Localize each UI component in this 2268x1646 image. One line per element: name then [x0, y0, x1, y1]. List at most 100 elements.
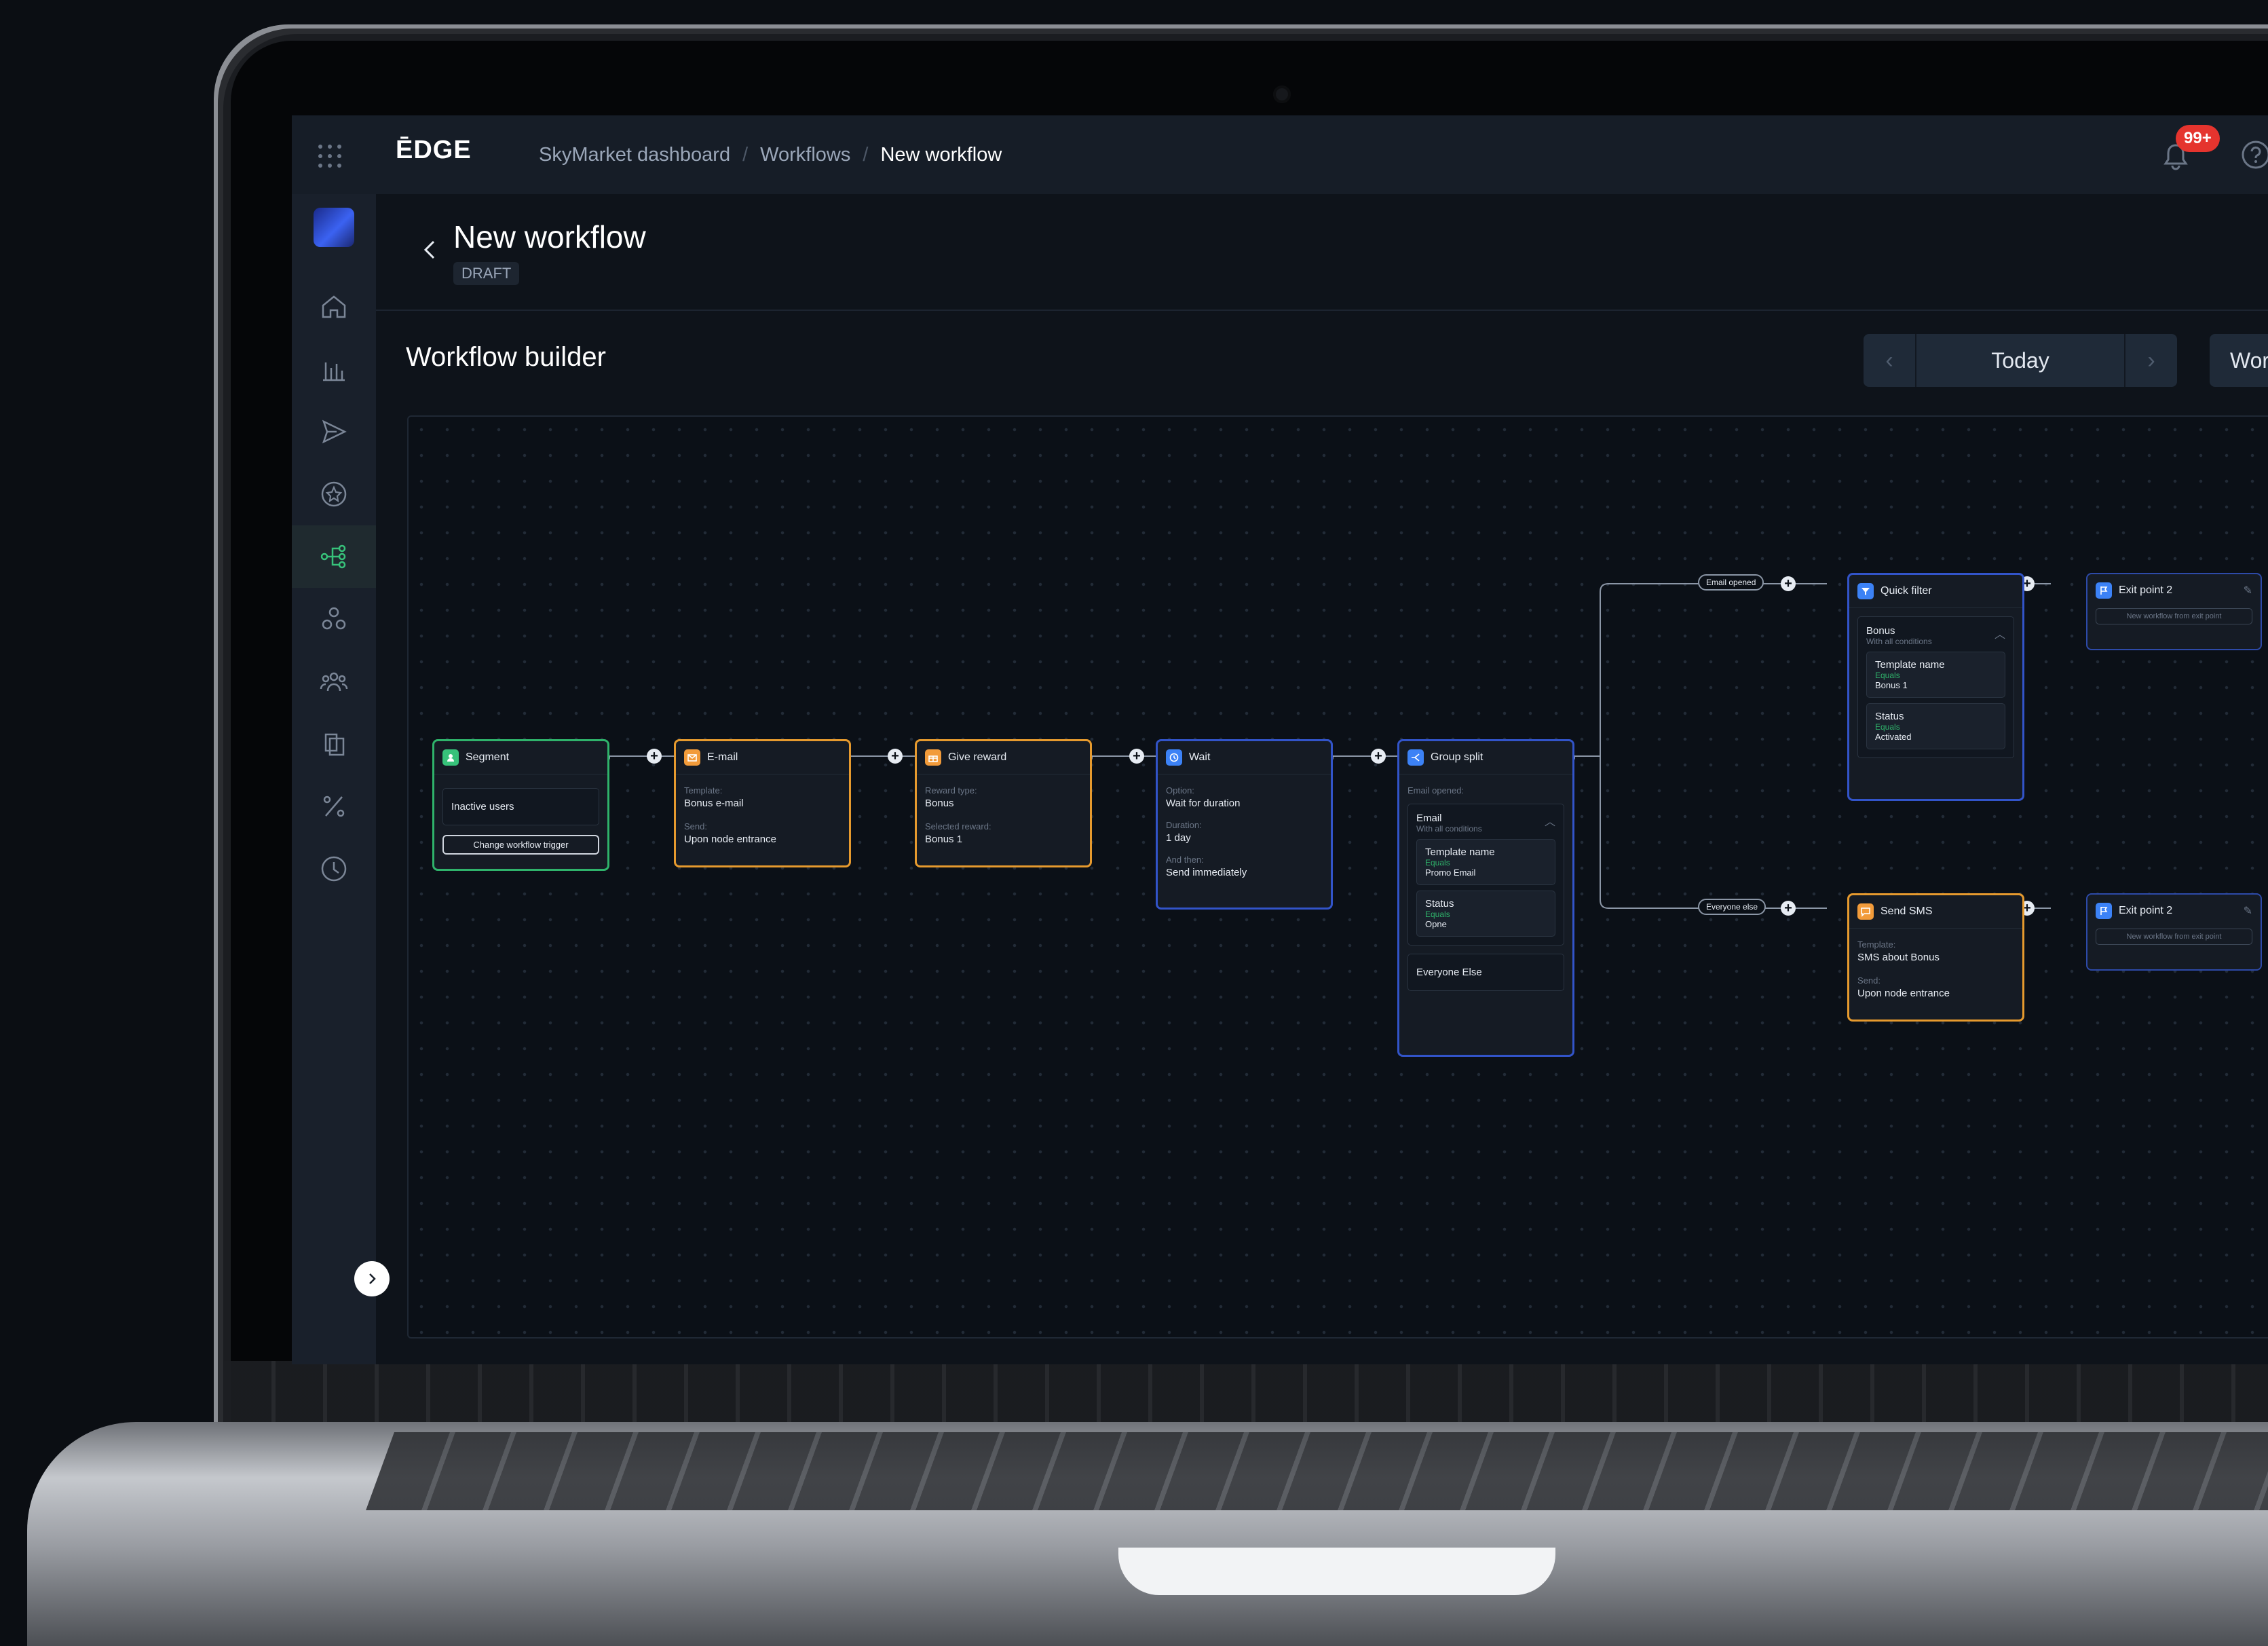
field-label: Option: — [1166, 785, 1194, 796]
segment-node[interactable]: Segment Inactive users Change workflow t… — [432, 739, 609, 871]
wait-node[interactable]: Wait Option: Wait for duration Duration:… — [1156, 739, 1333, 910]
exit-point-node[interactable]: Exit point 2 ✎ New workflow from exit po… — [2086, 573, 2262, 650]
node-header: Wait — [1158, 741, 1331, 774]
split-icon — [1407, 749, 1424, 766]
add-step-button[interactable]: + — [647, 749, 662, 764]
edge-logo[interactable]: ĒDGE — [396, 136, 472, 165]
condition-item[interactable]: Template name Equals Bonus 1 — [1866, 652, 2005, 698]
app-grid-icon[interactable] — [316, 143, 343, 170]
send-sms-node[interactable]: Send SMS Template: SMS about Bonus Send:… — [1847, 893, 2024, 1022]
connector-lines — [604, 583, 2051, 909]
app-screen: ĒDGE SkyMarket dashboard / Workflows / New w… — [292, 115, 2268, 1364]
node-title: Exit point 2 — [2119, 905, 2173, 916]
workflow-canvas[interactable]: + + + + + + + + Email opened Everyone el… — [407, 415, 2268, 1339]
node-header: Send SMS — [1849, 895, 2022, 929]
sidebar-item-segments[interactable] — [292, 588, 376, 650]
segment-icon — [442, 749, 459, 766]
laptop-keyboard — [366, 1432, 2268, 1510]
page-header: New workflow DRAFT — [376, 194, 2268, 311]
email-node[interactable]: E-mail Template: Bonus e-mail Send: Upon… — [674, 739, 851, 867]
field-label: Reward type: — [925, 785, 977, 796]
brand-avatar[interactable] — [314, 208, 354, 247]
sidebar-item-documents[interactable] — [292, 713, 376, 775]
flag-icon — [2096, 903, 2112, 919]
add-step-button[interactable]: + — [1129, 749, 1144, 764]
node-title: Segment — [466, 751, 510, 763]
field-label: Send: — [1857, 975, 1880, 986]
field-value: Bonus — [925, 798, 954, 809]
add-step-button[interactable]: + — [1781, 576, 1796, 591]
sidebar-item-workflows[interactable] — [292, 525, 376, 588]
chevron-up-icon[interactable]: ︿ — [1995, 625, 2005, 641]
gift-icon — [925, 749, 941, 766]
everyone-else-group[interactable]: Everyone Else — [1407, 954, 1564, 991]
breadcrumb-dashboard[interactable]: SkyMarket dashboard — [539, 144, 730, 166]
date-label[interactable]: Today — [1915, 334, 2125, 387]
sidebar-item-history[interactable] — [292, 838, 376, 900]
page-title: New workflow — [453, 219, 646, 255]
group-subtitle: With all conditions — [1416, 824, 1482, 834]
back-arrow-icon[interactable] — [417, 236, 444, 263]
node-title: Quick filter — [1880, 585, 1932, 597]
notification-badge: 99+ — [2176, 125, 2220, 152]
field-label: Template: — [1857, 939, 1896, 950]
sidebar-item-users[interactable] — [292, 650, 376, 713]
documents-icon — [324, 733, 345, 756]
clock-icon — [321, 856, 347, 882]
add-step-button[interactable]: + — [888, 749, 903, 764]
segment-value: Inactive users — [442, 788, 599, 825]
users-icon — [320, 672, 348, 692]
give-reward-node[interactable]: Give reward Reward type: Bonus Selected … — [915, 739, 1092, 867]
date-next-button[interactable]: › — [2125, 334, 2177, 387]
change-trigger-button[interactable]: Change workflow trigger — [442, 835, 599, 855]
clock-icon — [1166, 749, 1182, 766]
chart-icon — [323, 362, 345, 381]
workflow-icon — [320, 544, 346, 569]
condition-name: Template name — [1875, 659, 1945, 671]
chevron-right-icon — [369, 1273, 376, 1284]
condition-value: Opne — [1425, 919, 1447, 929]
field-label: Email opened: — [1407, 785, 1464, 796]
edit-pencil-icon[interactable]: ✎ — [2244, 904, 2252, 918]
percent-icon — [323, 796, 345, 817]
status-badge: DRAFT — [453, 262, 520, 285]
condition-group[interactable]: ︿ Email With all conditions Template nam… — [1407, 804, 1564, 946]
workflow-action-button[interactable]: Wor — [2210, 334, 2268, 387]
field-label: Template: — [684, 785, 723, 796]
envelope-icon — [684, 749, 700, 766]
node-title: Wait — [1189, 751, 1211, 763]
condition-operator: Equals — [1875, 722, 1900, 732]
add-step-button[interactable]: + — [1371, 749, 1386, 764]
add-step-button[interactable]: + — [1781, 901, 1796, 916]
condition-item[interactable]: Status Equals Activated — [1866, 703, 2005, 749]
help-icon[interactable] — [2239, 138, 2268, 171]
edge-label-everyone-else[interactable]: Everyone else — [1698, 899, 1766, 915]
condition-operator: Equals — [1875, 671, 1900, 680]
condition-item[interactable]: Template name Equals Promo Email — [1416, 839, 1555, 885]
condition-operator: Equals — [1425, 858, 1450, 867]
condition-item[interactable]: Status Equals Opne — [1416, 891, 1555, 937]
trackpad-notch — [1118, 1548, 1555, 1595]
breadcrumb-workflows[interactable]: Workflows — [760, 144, 850, 166]
condition-group[interactable]: ︿ Bonus With all conditions Template nam… — [1857, 616, 2014, 758]
edge-label-email-opened[interactable]: Email opened — [1698, 574, 1764, 591]
date-prev-button[interactable]: ‹ — [1864, 334, 1915, 387]
chevron-up-icon[interactable]: ︿ — [1545, 812, 1555, 829]
edit-pencil-icon[interactable]: ✎ — [2244, 584, 2252, 597]
sidebar-expand-button[interactable] — [354, 1261, 390, 1296]
new-workflow-from-exit-button[interactable]: New workflow from exit point — [2096, 929, 2252, 945]
sidebar-item-discounts[interactable] — [292, 775, 376, 838]
exit-point-node[interactable]: Exit point 2 ✎ New workflow from exit po… — [2086, 893, 2262, 971]
sidebar-item-analytics[interactable] — [292, 338, 376, 400]
field-value: Wait for duration — [1166, 798, 1241, 809]
group-split-node[interactable]: Group split Email opened: ︿ Email With a… — [1397, 739, 1574, 1057]
new-workflow-from-exit-button[interactable]: New workflow from exit point — [2096, 608, 2252, 624]
sidebar-item-home[interactable] — [292, 276, 376, 338]
home-icon — [322, 295, 346, 318]
sidebar-item-rewards[interactable] — [292, 463, 376, 525]
condition-value: Bonus 1 — [1875, 680, 1908, 690]
group-name: Bonus — [1866, 625, 1895, 637]
sidebar-item-campaigns[interactable] — [292, 400, 376, 463]
segments-icon — [322, 607, 346, 630]
quick-filter-node[interactable]: Quick filter ︿ Bonus With all conditions… — [1847, 573, 2024, 801]
